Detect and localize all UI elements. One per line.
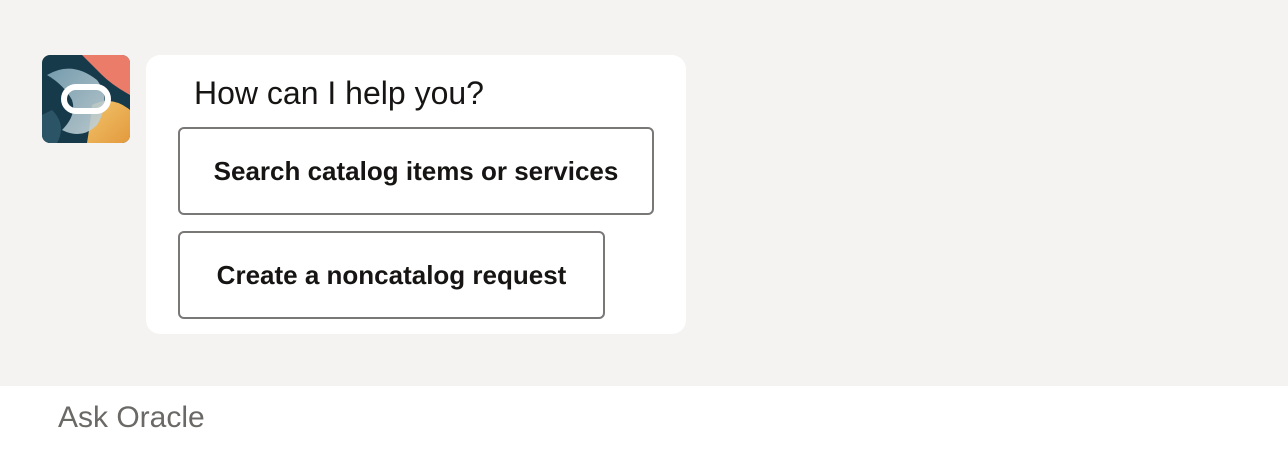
oracle-logo-icon <box>42 55 130 143</box>
assistant-message-bubble: How can I help you? Search catalog items… <box>146 55 686 334</box>
message-input-bar <box>0 386 1288 455</box>
chat-window: How can I help you? Search catalog items… <box>0 0 1288 455</box>
search-catalog-button[interactable]: Search catalog items or services <box>178 127 654 215</box>
create-noncatalog-request-button[interactable]: Create a noncatalog request <box>178 231 605 319</box>
conversation-area: How can I help you? Search catalog items… <box>0 0 1288 386</box>
assistant-prompt: How can I help you? <box>194 75 484 111</box>
ask-oracle-input[interactable] <box>58 396 1238 440</box>
